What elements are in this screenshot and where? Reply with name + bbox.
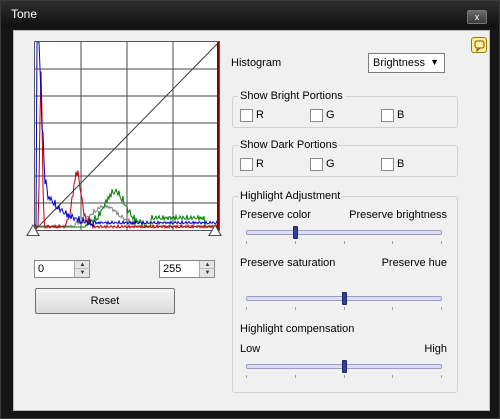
slider-tick [295, 307, 296, 310]
checkbox-label: B [397, 158, 405, 170]
slider-ticks [246, 307, 442, 311]
spin-down-icon[interactable]: ▼ [200, 269, 215, 277]
slider-ticks [246, 241, 442, 245]
slider-tick [246, 241, 247, 244]
slider-tick [392, 307, 393, 310]
spin-down-icon[interactable]: ▼ [75, 269, 90, 277]
black-point-spinbox[interactable]: 0 ▲ ▼ [34, 260, 90, 278]
slider-tick [295, 375, 296, 378]
reset-button[interactable]: Reset [35, 288, 175, 314]
bright-b-checkbox[interactable]: B [381, 109, 421, 123]
slider-tick [344, 375, 345, 378]
slider-ticks [246, 375, 442, 379]
slider-tick [344, 307, 345, 310]
help-bubble-glyph [474, 40, 485, 53]
white-point-spin-arrows[interactable]: ▲ ▼ [199, 261, 215, 277]
histogram-mode-value: Brightness [373, 57, 425, 69]
slider-track[interactable] [246, 230, 442, 235]
color-brightness-slider[interactable] [246, 226, 442, 246]
title-bar[interactable]: Tone x [1, 1, 499, 27]
spin-up-icon[interactable]: ▲ [200, 261, 215, 269]
high-label: High [424, 343, 447, 355]
slider-tick [441, 307, 442, 310]
slider-tick [246, 375, 247, 378]
spin-up-icon[interactable]: ▲ [75, 261, 90, 269]
checkbox-label: B [397, 109, 405, 121]
white-point-value: 255 [163, 263, 182, 275]
slider-tick [246, 307, 247, 310]
saturation-hue-slider[interactable] [246, 292, 442, 312]
checkbox-label: R [256, 158, 264, 170]
highlight-compensation-slider[interactable] [246, 360, 442, 380]
checkbox-box[interactable] [240, 158, 253, 171]
checkbox-box[interactable] [381, 158, 394, 171]
preserve-color-label: Preserve color [240, 209, 311, 221]
histogram-graph[interactable] [34, 41, 220, 231]
slider-tick [344, 241, 345, 244]
checkbox-box[interactable] [310, 109, 323, 122]
slider-tick [392, 375, 393, 378]
highlight-compensation-label: Highlight compensation [240, 323, 355, 335]
black-point-value: 0 [38, 263, 45, 275]
show-dark-title: Show Dark Portions [238, 139, 340, 151]
show-bright-title: Show Bright Portions [238, 90, 345, 102]
slider-tick [441, 241, 442, 244]
checkbox-box[interactable] [240, 109, 253, 122]
checkbox-box[interactable] [381, 109, 394, 122]
histogram-svg [35, 42, 219, 230]
checkbox-box[interactable] [310, 158, 323, 171]
low-label: Low [240, 343, 261, 355]
dark-g-checkbox[interactable]: G [310, 158, 350, 172]
slider-tick [441, 375, 442, 378]
slider-thumb[interactable] [342, 360, 347, 373]
slider-thumb[interactable] [342, 292, 347, 305]
chevron-down-icon: ▼ [430, 57, 439, 67]
dialog-client-area: 0 ▲ ▼ 255 ▲ ▼ Reset Histogram Brightness… [13, 30, 490, 411]
bright-r-checkbox[interactable]: R [240, 109, 280, 123]
preserve-saturation-label: Preserve saturation [240, 257, 336, 269]
checkbox-label: R [256, 109, 264, 121]
black-point-handle[interactable] [26, 224, 40, 236]
checkbox-label: G [326, 109, 335, 121]
highlight-adjustment-title: Highlight Adjustment [238, 190, 343, 202]
histogram-label: Histogram [231, 57, 282, 69]
help-icon[interactable] [471, 37, 487, 53]
close-button[interactable]: x [467, 10, 487, 24]
histogram-mode-dropdown[interactable]: Brightness ▼ [368, 53, 445, 73]
tone-window: Tone x 0 ▲ ▼ 255 ▲ ▼ Reset Histogram Bri… [0, 0, 500, 419]
black-point-spin-arrows[interactable]: ▲ ▼ [74, 261, 90, 277]
white-point-handle[interactable] [208, 224, 222, 236]
bright-g-checkbox[interactable]: G [310, 109, 350, 123]
window-title: Tone [11, 7, 38, 21]
white-point-spinbox[interactable]: 255 ▲ ▼ [159, 260, 215, 278]
dark-r-checkbox[interactable]: R [240, 158, 280, 172]
dark-b-checkbox[interactable]: B [381, 158, 421, 172]
preserve-brightness-label: Preserve brightness [349, 209, 447, 221]
slider-thumb[interactable] [293, 226, 298, 239]
slider-tick [392, 241, 393, 244]
preserve-hue-label: Preserve hue [381, 257, 447, 269]
checkbox-label: G [326, 158, 335, 170]
slider-tick [295, 241, 296, 244]
